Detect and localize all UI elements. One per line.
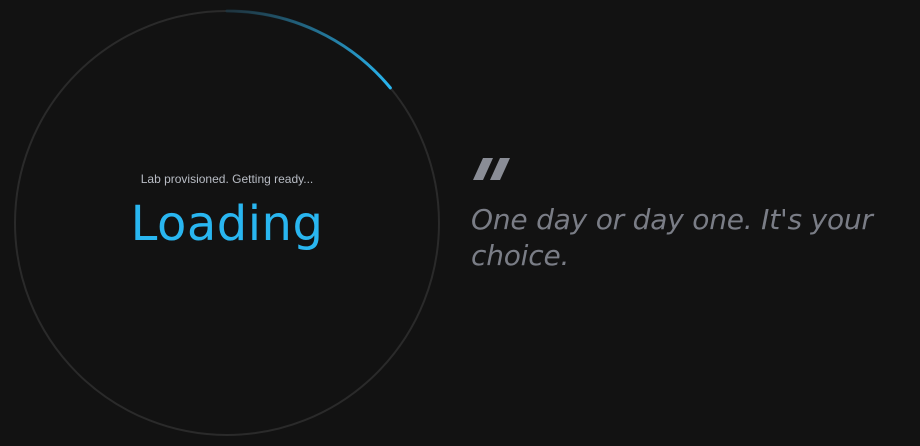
loading-indicator: Lab provisioned. Getting ready... Loadin…: [0, 0, 460, 446]
status-message: Lab provisioned. Getting ready...: [140, 172, 314, 186]
progress-ring-arc: [225, 9, 392, 90]
quote-text: One day or day one. It's your choice.: [471, 203, 873, 272]
loading-screen: Lab provisioned. Getting ready... Loadin…: [0, 0, 920, 446]
loading-label: Loading: [130, 196, 324, 252]
quote-mark-icon: [473, 158, 510, 180]
quote-block: One day or day one. It's your choice.: [471, 158, 911, 274]
